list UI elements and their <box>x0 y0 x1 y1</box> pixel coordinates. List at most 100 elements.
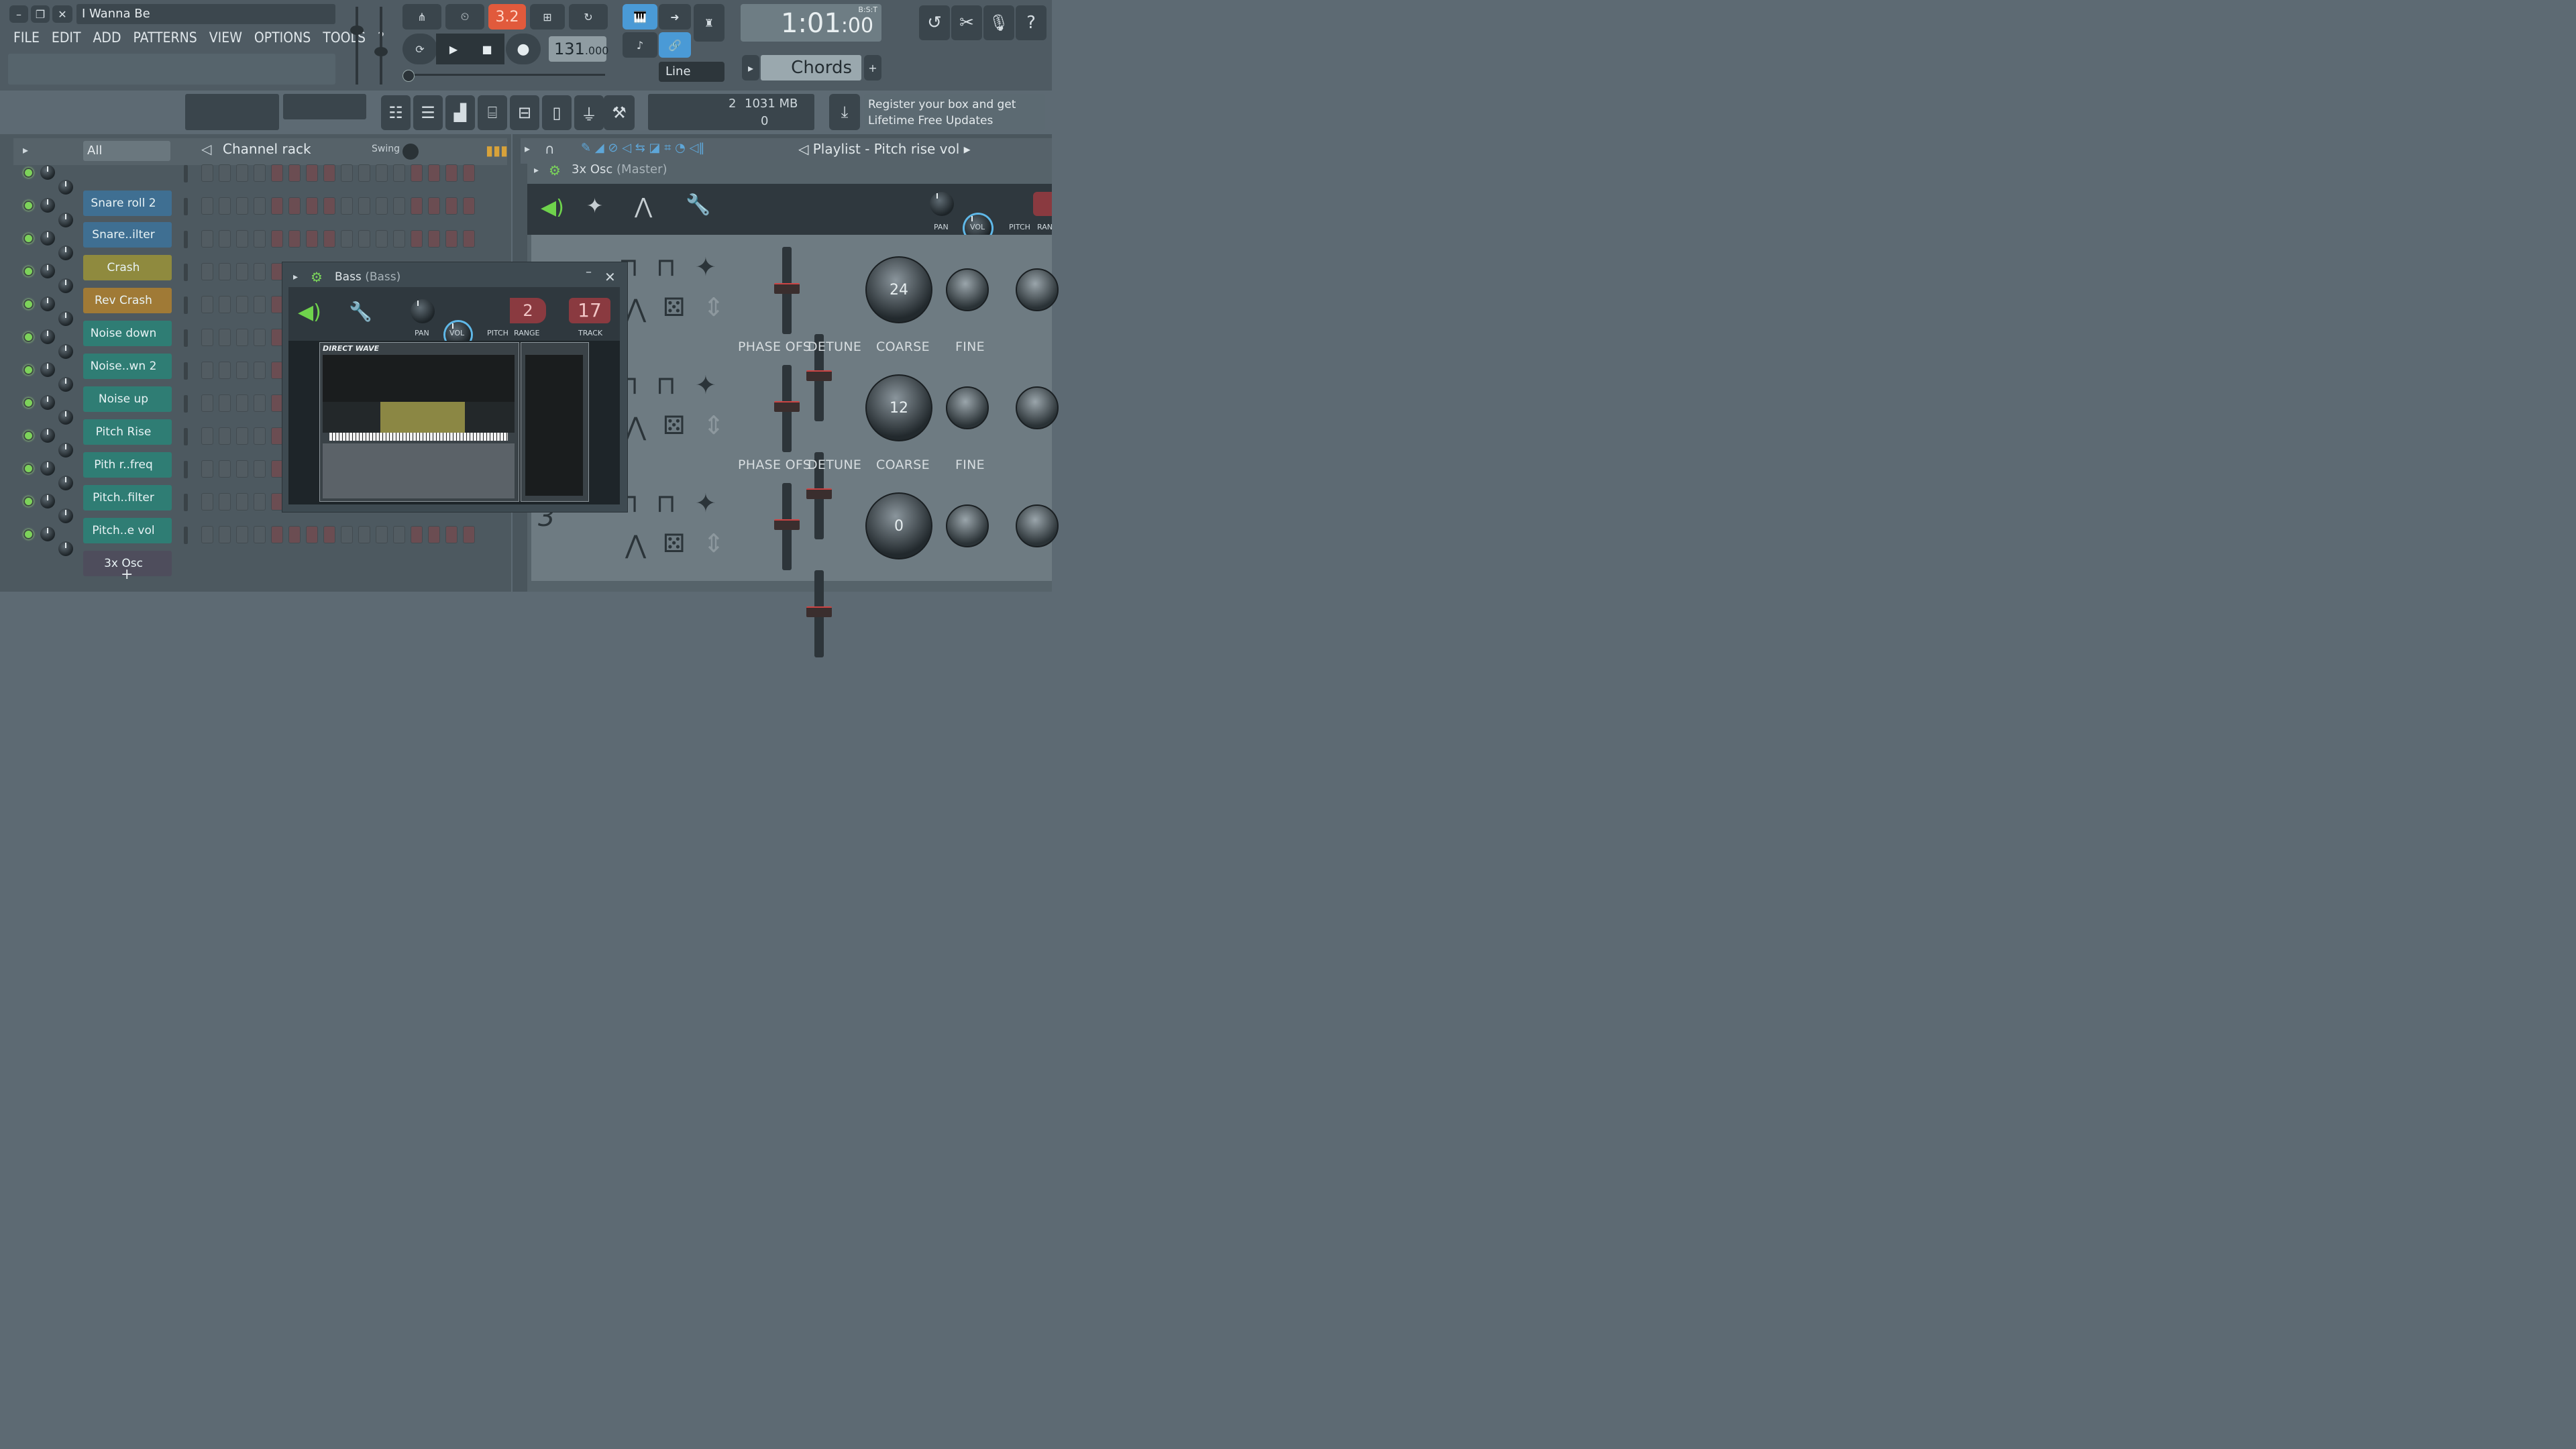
step-button[interactable] <box>236 230 248 248</box>
custom-wave-icon[interactable]: ⇕ <box>703 292 724 322</box>
record-button[interactable]: ● <box>506 34 541 64</box>
noise-wave-icon[interactable]: ✦ <box>695 370 716 400</box>
step-button[interactable] <box>341 230 353 248</box>
step-button[interactable] <box>201 263 213 280</box>
step-button[interactable] <box>201 197 213 215</box>
noise-wave-icon[interactable]: ✦ <box>695 252 716 282</box>
pattern-song-toggle[interactable]: 3.2 <box>488 4 526 30</box>
step-button[interactable] <box>358 526 370 543</box>
snap-select[interactable]: Line <box>659 62 724 82</box>
step-button[interactable] <box>201 493 213 511</box>
channel-pan-knob[interactable] <box>40 264 55 278</box>
step-button[interactable] <box>254 329 266 346</box>
osc-speaker-icon[interactable]: ◀) <box>541 196 564 219</box>
step-button[interactable] <box>463 230 475 248</box>
step-button[interactable] <box>445 230 458 248</box>
channel-pan-knob[interactable] <box>40 527 55 541</box>
step-button[interactable] <box>219 493 231 511</box>
phase-offset-fader[interactable] <box>774 247 800 334</box>
channel-mute-led[interactable] <box>23 431 34 441</box>
step-button[interactable] <box>376 164 388 182</box>
channel-pan-knob[interactable] <box>40 494 55 508</box>
step-button[interactable] <box>463 164 475 182</box>
osc-collapse-icon[interactable]: ▸ <box>534 165 539 176</box>
note-button[interactable]: ♪ <box>623 32 657 58</box>
magnet-icon[interactable]: ∩ <box>545 141 555 157</box>
channel-select-bar[interactable] <box>184 461 188 478</box>
step-button[interactable] <box>201 427 213 445</box>
step-button[interactable] <box>201 329 213 346</box>
step-button[interactable] <box>236 296 248 313</box>
zone-list[interactable] <box>323 355 515 402</box>
step-button[interactable] <box>201 230 213 248</box>
custom-wave-icon[interactable]: ⇕ <box>703 529 724 558</box>
channel-select-bar[interactable] <box>184 527 188 544</box>
channel-select-bar[interactable] <box>184 165 188 182</box>
phase-offset-fader[interactable] <box>774 483 800 570</box>
sample-view[interactable] <box>323 402 515 433</box>
draw-tools-icon[interactable]: ✎ ◢ ⊘ ◁ ⇆ ◪ ⌗ ◔ ◁‖ <box>581 141 704 155</box>
plugin-icon[interactable]: ⏚ <box>574 95 604 130</box>
bass-gear-icon[interactable]: ⚙ <box>311 269 323 285</box>
bass-pan-knob[interactable] <box>411 299 435 323</box>
file-icon[interactable]: ▯ <box>542 95 572 130</box>
step-button[interactable] <box>411 526 423 543</box>
saw-wave-icon[interactable]: ⋀ <box>625 294 646 323</box>
channel-mute-led[interactable] <box>23 299 34 309</box>
osc-settings-icon[interactable]: 🔧 <box>686 193 710 217</box>
osc-envelope-icon[interactable]: ⋀ <box>635 193 652 219</box>
channel-pan-knob[interactable] <box>40 395 55 410</box>
step-button[interactable] <box>254 296 266 313</box>
channel-mute-led[interactable] <box>23 233 34 244</box>
pattern-prev-button[interactable]: ▸ <box>742 55 759 80</box>
step-button[interactable] <box>445 197 458 215</box>
keyboard-strip[interactable] <box>329 433 508 441</box>
channel-select-bar[interactable] <box>184 494 188 511</box>
step-button[interactable] <box>411 197 423 215</box>
stereo-knob[interactable] <box>1016 386 1059 429</box>
stereo-knob[interactable] <box>1016 504 1059 547</box>
metronome-button[interactable]: ⋔ <box>402 4 441 30</box>
step-button[interactable] <box>254 362 266 379</box>
bass-collapse-icon[interactable]: ▸ <box>293 272 298 282</box>
step-button[interactable] <box>219 526 231 543</box>
swing-knob[interactable] <box>402 144 419 160</box>
step-button[interactable] <box>201 362 213 379</box>
step-button[interactable] <box>341 164 353 182</box>
step-button[interactable] <box>254 164 266 182</box>
channel-select-bar[interactable] <box>184 264 188 281</box>
step-button[interactable] <box>219 460 231 478</box>
saw-wave-icon[interactable]: ⋀ <box>625 412 646 441</box>
step-button[interactable] <box>236 460 248 478</box>
add-channel-button[interactable]: + <box>121 566 133 583</box>
custom-wave-icon[interactable]: ⇕ <box>703 411 724 440</box>
menu-options[interactable]: OPTIONS <box>254 30 311 46</box>
step-button[interactable] <box>288 197 301 215</box>
mic-icon[interactable]: 🎙 <box>983 5 1014 40</box>
channel-volume-knob[interactable] <box>58 541 73 556</box>
stop-button[interactable]: ■ <box>470 34 504 64</box>
step-button[interactable] <box>376 230 388 248</box>
coarse-knob[interactable]: 0 <box>865 492 932 559</box>
step-button[interactable] <box>219 362 231 379</box>
step-button[interactable] <box>288 526 301 543</box>
step-button[interactable] <box>219 164 231 182</box>
step-button[interactable] <box>236 394 248 412</box>
step-button[interactable] <box>463 197 475 215</box>
channel-pan-knob[interactable] <box>40 198 55 213</box>
step-button[interactable] <box>219 296 231 313</box>
step-button[interactable] <box>428 164 440 182</box>
menu-add[interactable]: ADD <box>93 30 121 46</box>
step-button[interactable] <box>463 526 475 543</box>
step-button[interactable] <box>323 230 335 248</box>
undo-icon[interactable]: ↺ <box>919 5 950 40</box>
channel-mute-led[interactable] <box>23 398 34 408</box>
link-icon[interactable]: 🔗 <box>659 32 691 58</box>
download-icon[interactable]: ⤓ <box>829 94 860 130</box>
master-volume-slider[interactable] <box>349 7 365 85</box>
step-edit-button[interactable]: ⊞ <box>530 4 565 30</box>
step-button[interactable] <box>201 394 213 412</box>
step-button[interactable] <box>358 164 370 182</box>
saw-wave-icon[interactable]: ⋀ <box>625 530 646 559</box>
step-button[interactable] <box>219 263 231 280</box>
